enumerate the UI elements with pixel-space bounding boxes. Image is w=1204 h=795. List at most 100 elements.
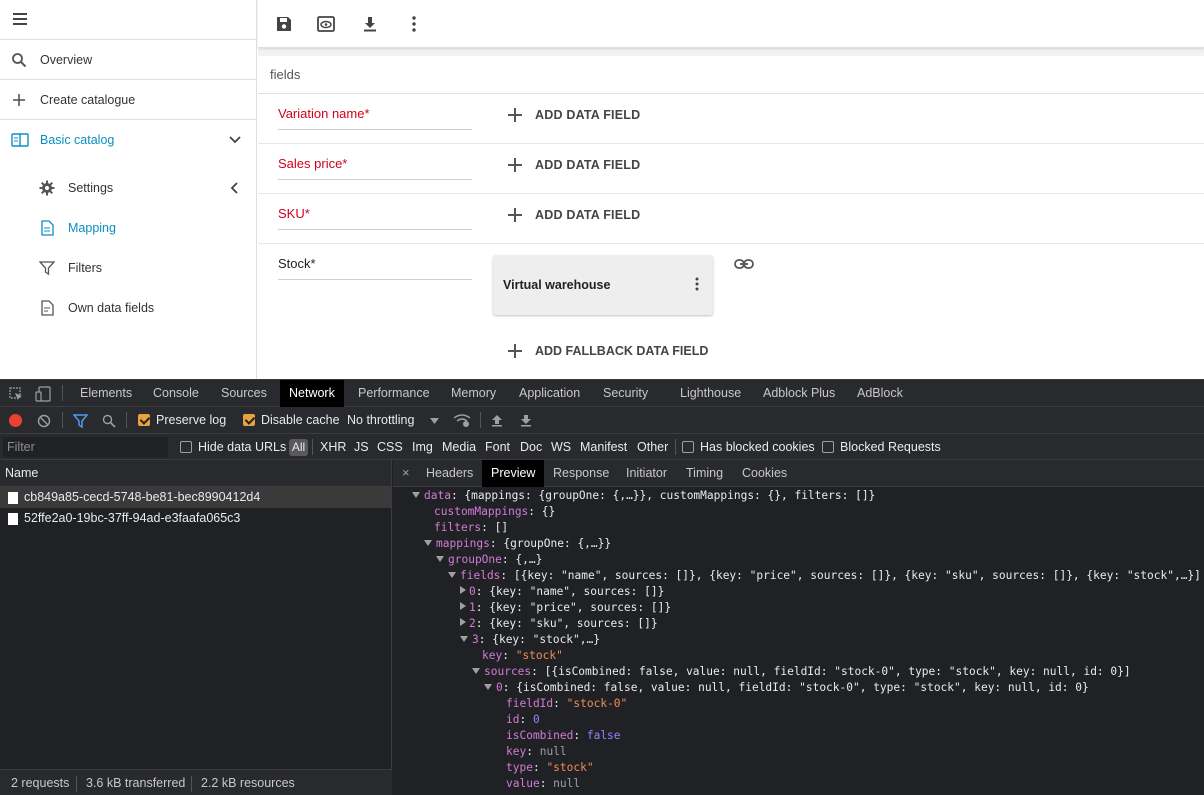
download-icon[interactable] (360, 14, 380, 34)
tab-lighthouse[interactable]: Lighthouse (680, 380, 741, 407)
json-line[interactable]: 2: {key: "sku", sources: []} (460, 616, 658, 632)
throttling-select[interactable]: No throttling (347, 413, 414, 427)
filter-js[interactable]: JS (354, 440, 369, 454)
save-icon[interactable] (274, 14, 294, 34)
filter-manifest[interactable]: Manifest (580, 440, 627, 454)
field-name-input[interactable]: Sales price* (278, 156, 472, 180)
search-icon[interactable] (102, 414, 116, 428)
json-line: key: null (506, 745, 567, 758)
request-row[interactable]: cb849a85-cecd-5748-be81-bec8990412d4 (0, 487, 391, 508)
sidebar-item-label: Basic catalog (40, 133, 115, 147)
json-line[interactable]: 3: {key: "stock",…} (460, 632, 600, 648)
request-name: 52ffe2a0-19bc-37ff-94ad-e3faafa065c3 (24, 511, 241, 525)
filter-ws[interactable]: WS (551, 440, 571, 454)
request-row[interactable]: 52ffe2a0-19bc-37ff-94ad-e3faafa065c3 (0, 508, 391, 529)
tab-cookies[interactable]: Cookies (742, 460, 787, 487)
sidebar-item-label: Settings (68, 181, 114, 195)
export-har-icon[interactable] (520, 414, 532, 427)
json-line[interactable]: 0: {key: "name", sources: []} (460, 584, 664, 600)
sidebar-item-overview[interactable]: Overview (0, 40, 256, 80)
dropdown-arrow-icon (430, 418, 439, 424)
sidebar-item-settings[interactable]: Settings (0, 168, 256, 208)
tab-headers[interactable]: Headers (426, 460, 473, 487)
field-name-input[interactable]: Variation name* (278, 106, 472, 130)
divider (675, 439, 676, 455)
add-data-field-button[interactable]: ADD DATA FIELD (508, 208, 640, 222)
tab-memory[interactable]: Memory (451, 380, 496, 407)
more-vert-icon[interactable] (695, 277, 699, 291)
json-line[interactable]: sources: [{isCombined: false, value: nul… (472, 664, 1131, 680)
field-row: Variation name* ADD DATA FIELD (258, 94, 1204, 144)
sidebar-item-basic-catalog[interactable]: Basic catalog (0, 120, 256, 160)
filter-all-button[interactable]: All (289, 439, 308, 456)
tab-application[interactable]: Application (519, 380, 580, 407)
import-har-icon[interactable] (491, 414, 503, 427)
filter-xhr[interactable]: XHR (320, 440, 346, 454)
json-line[interactable]: 1: {key: "price", sources: []} (460, 600, 671, 616)
add-data-field-label: ADD DATA FIELD (535, 108, 641, 122)
sidebar-item-mapping[interactable]: Mapping (0, 208, 256, 248)
has-blocked-cookies-checkbox[interactable] (682, 441, 694, 453)
chevron-left-icon[interactable] (228, 181, 242, 195)
filter-icon[interactable] (73, 414, 88, 428)
add-fallback-label: ADD FALLBACK DATA FIELD (535, 344, 709, 358)
hide-data-urls-checkbox[interactable] (180, 441, 192, 453)
json-line[interactable]: groupOne: {,…} (436, 552, 542, 568)
preview-icon[interactable] (316, 14, 336, 34)
tab-initiator[interactable]: Initiator (626, 460, 667, 487)
data-source-title: Virtual warehouse (503, 278, 611, 292)
filter-img[interactable]: Img (412, 440, 433, 454)
tab-performance[interactable]: Performance (358, 380, 430, 407)
field-name-input[interactable]: Stock* (278, 256, 472, 280)
json-line[interactable]: fields: [{key: "name", sources: []}, {ke… (448, 568, 1201, 584)
inspect-element-icon[interactable] (9, 387, 23, 401)
tab-preview[interactable]: Preview (482, 460, 545, 487)
json-line: value: null (506, 777, 581, 790)
plus-icon (508, 158, 522, 172)
filter-other[interactable]: Other (637, 440, 668, 454)
filter-font[interactable]: Font (485, 440, 510, 454)
add-fallback-data-field-button[interactable]: ADD FALLBACK DATA FIELD (508, 344, 708, 358)
preserve-log-checkbox[interactable] (138, 414, 150, 426)
blocked-requests-checkbox[interactable] (822, 441, 834, 453)
filter-input[interactable]: Filter (3, 437, 168, 457)
tab-adblock[interactable]: AdBlock (857, 380, 903, 407)
network-toolbar: Preserve log Disable cache No throttling (0, 407, 1204, 434)
more-vert-icon[interactable] (404, 14, 424, 34)
device-toolbar-icon[interactable] (35, 386, 51, 402)
sidebar-item-own-data-fields[interactable]: Own data fields (0, 288, 256, 328)
json-line[interactable]: data: {mappings: {groupOne: {,…}}, custo… (412, 488, 875, 504)
request-detail: × Headers Preview Response Initiator Tim… (393, 460, 1204, 795)
tab-network[interactable]: Network (280, 380, 344, 407)
filter-media[interactable]: Media (442, 440, 476, 454)
json-line[interactable]: mappings: {groupOne: {,…}} (424, 536, 611, 552)
field-name-input[interactable]: SKU* (278, 206, 472, 230)
tab-security[interactable]: Security (603, 380, 648, 407)
sidebar-item-create-catalogue[interactable]: Create catalogue (0, 80, 256, 120)
filter-css[interactable]: CSS (377, 440, 403, 454)
record-icon[interactable] (9, 414, 22, 427)
add-data-field-button[interactable]: ADD DATA FIELD (508, 158, 640, 172)
menu-icon[interactable] (13, 13, 27, 25)
json-line[interactable]: 0: {isCombined: false, value: null, fiel… (484, 680, 1089, 696)
network-conditions-icon[interactable] (453, 413, 471, 428)
chevron-down-icon[interactable] (228, 133, 242, 147)
clear-icon[interactable] (37, 414, 51, 428)
disable-cache-checkbox[interactable] (243, 414, 255, 426)
close-icon[interactable]: × (402, 465, 410, 480)
main-content: fields Variation name* ADD DATA FIELD Sa… (258, 0, 1204, 379)
tab-response[interactable]: Response (553, 460, 609, 487)
link-icon[interactable] (734, 257, 754, 271)
tab-elements[interactable]: Elements (80, 380, 132, 407)
tab-timing[interactable]: Timing (686, 460, 723, 487)
sidebar-item-filters[interactable]: Filters (0, 248, 256, 288)
name-column-header[interactable]: Name (0, 460, 391, 487)
add-data-field-label: ADD DATA FIELD (535, 208, 641, 222)
tab-console[interactable]: Console (153, 380, 199, 407)
tab-adblock-plus[interactable]: Adblock Plus (763, 380, 835, 407)
add-data-field-button[interactable]: ADD DATA FIELD (508, 108, 640, 122)
sidebar-item-label: Create catalogue (40, 93, 136, 107)
tab-sources[interactable]: Sources (221, 380, 267, 407)
filter-doc[interactable]: Doc (520, 440, 542, 454)
data-source-card[interactable]: Virtual warehouse (493, 255, 713, 315)
